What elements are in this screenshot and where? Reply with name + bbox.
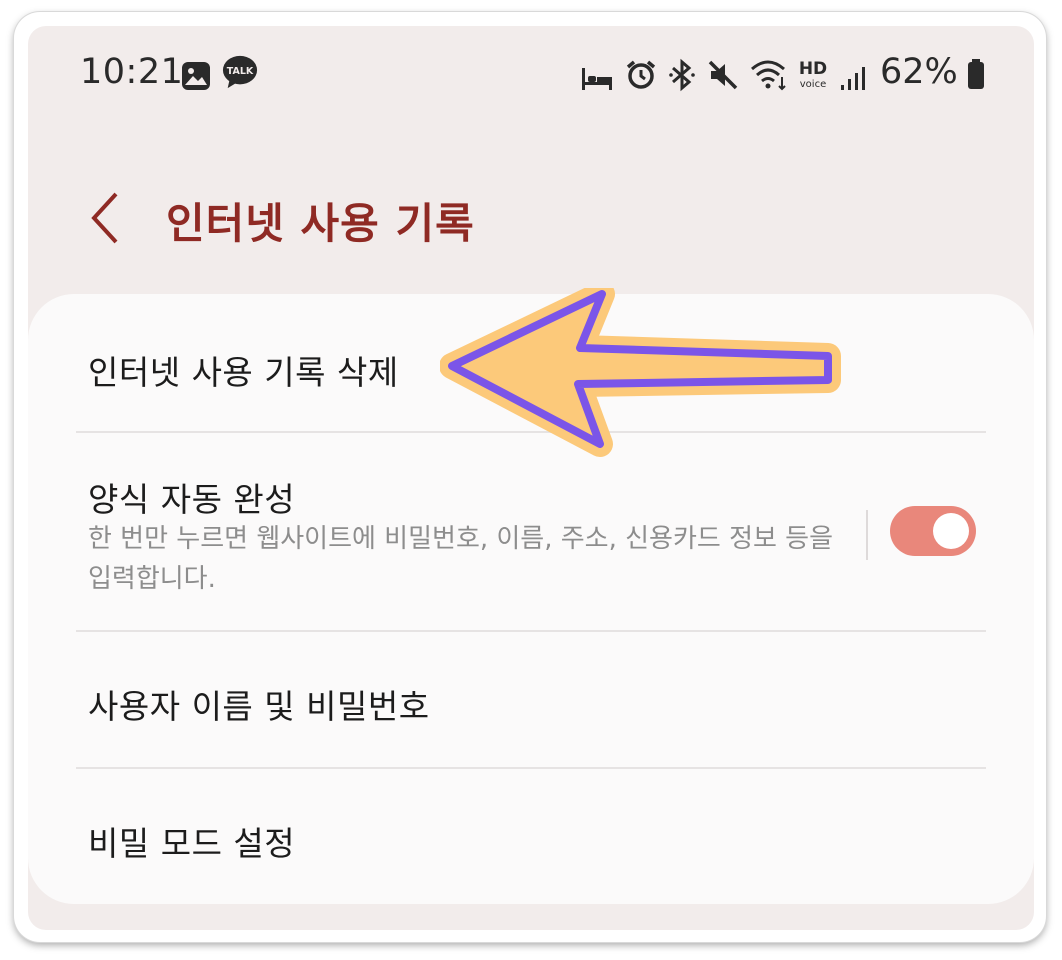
- signal-icon: [841, 67, 865, 90]
- battery-icon: [968, 59, 984, 89]
- kakaotalk-badge: TALK: [227, 66, 254, 77]
- vertical-separator: [866, 510, 868, 560]
- mute-icon: [708, 60, 738, 90]
- setting-autofill-forms-description: 한 번만 누르면 웹사이트에 비밀번호, 이름, 주소, 신용카드 정보 등을 …: [88, 524, 834, 594]
- hd-voice-icon: HD voice: [799, 59, 827, 90]
- sleep-mode-icon: [582, 68, 612, 90]
- setting-secret-mode[interactable]: 비밀 모드 설정: [28, 769, 1034, 904]
- autofill-toggle[interactable]: [890, 506, 976, 556]
- gallery-icon: [182, 62, 210, 90]
- hd-label: HD: [799, 59, 827, 79]
- status-time: 10:21: [80, 52, 184, 92]
- setting-usernames-passwords-label: 사용자 이름 및 비밀번호: [88, 687, 430, 726]
- voice-label: voice: [800, 79, 826, 90]
- setting-autofill-forms-label: 양식 자동 완성: [88, 480, 296, 519]
- chevron-left-icon[interactable]: [86, 190, 126, 246]
- battery-percent: 62%: [880, 52, 958, 92]
- alarm-icon: [626, 60, 656, 89]
- annotation-arrow: [440, 288, 841, 457]
- kakaotalk-icon: TALK: [222, 55, 258, 89]
- page-title: 인터넷 사용 기록: [166, 199, 475, 248]
- status-bar: 10:21 TALK HD voice 62%: [28, 26, 1034, 118]
- setting-usernames-passwords[interactable]: 사용자 이름 및 비밀번호: [28, 632, 1034, 768]
- bluetooth-icon: [669, 58, 695, 92]
- setting-secret-mode-label: 비밀 모드 설정: [88, 824, 296, 863]
- toggle-knob: [933, 513, 969, 549]
- setting-clear-history-label: 인터넷 사용 기록 삭제: [88, 353, 399, 392]
- wifi-icon: [751, 60, 786, 91]
- phone-screen: 10:21 TALK HD voice 62% 인터넷 사용 기록 인터넷 사용…: [28, 26, 1034, 930]
